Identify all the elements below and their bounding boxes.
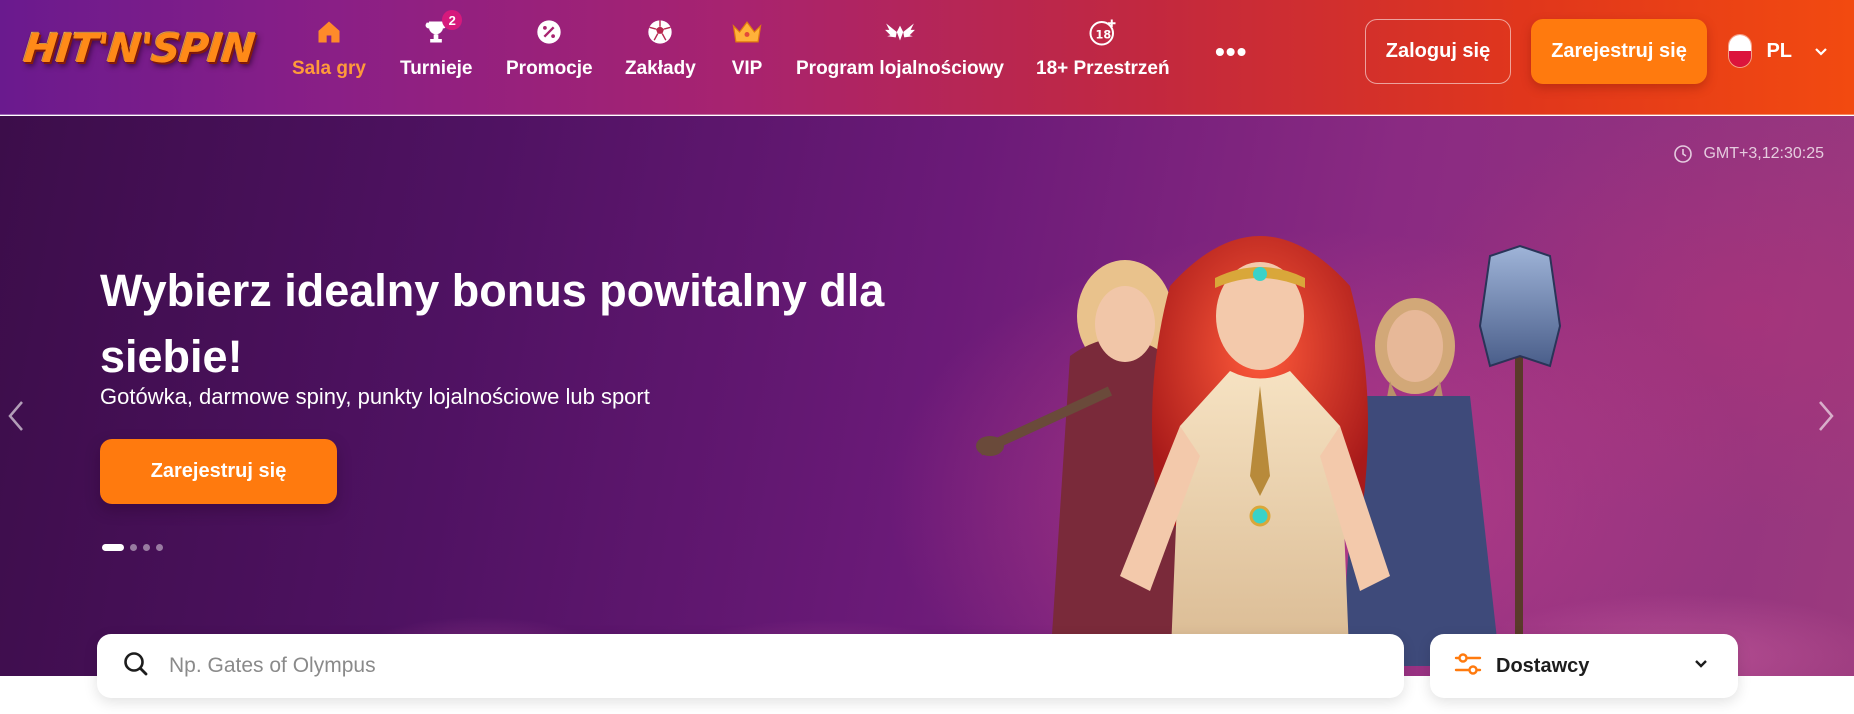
nav-item-zaklady[interactable]: Zakłady [625, 16, 696, 88]
hero-subtitle: Gotówka, darmowe spiny, punkty lojalnośc… [100, 384, 650, 409]
nav-item-sala-gry[interactable]: Sala gry [292, 16, 366, 88]
nav-label: 18+ Przestrzeń [1036, 58, 1170, 79]
clock-text: GMT+3,12:30:25 [1703, 145, 1824, 162]
chevron-down-icon [1814, 40, 1828, 63]
nav-label: Sala gry [292, 58, 366, 79]
poland-flag-icon [1728, 34, 1753, 68]
clock: GMT+3,12:30:25 [1673, 144, 1824, 164]
carousel-next-arrow[interactable] [1816, 396, 1840, 436]
search-input[interactable] [169, 654, 1319, 678]
hero-register-button[interactable]: Zarejestruj się [100, 439, 337, 504]
nav-label: VIP [731, 58, 763, 79]
hero-title: Wybierz idealny bonus powitalny dla sieb… [100, 265, 885, 382]
login-button[interactable]: Zaloguj się [1365, 19, 1511, 84]
crown-icon [731, 16, 763, 48]
percent-badge-icon [533, 16, 565, 48]
winged-emblem-icon [884, 16, 916, 48]
trophy-icon: 2 [420, 10, 463, 48]
nav-item-turnieje[interactable]: 2 Turnieje [400, 10, 473, 88]
carousel-dot[interactable] [143, 544, 150, 551]
nav-item-program-lojalnosciowy[interactable]: Program lojalnościowy [796, 16, 1004, 88]
nav-label: Promocje [506, 58, 593, 79]
carousel-dot[interactable] [102, 544, 124, 551]
nav-label: Zakłady [625, 58, 696, 79]
chevron-down-icon [1694, 656, 1708, 674]
notification-badge: 2 [442, 10, 463, 30]
nav-item-vip[interactable]: VIP [731, 16, 763, 88]
site-logo[interactable]: HIT'N'SPIN [20, 22, 257, 80]
clock-icon [1674, 145, 1693, 163]
nav-label: Turnieje [400, 58, 473, 79]
language-code: PL [1766, 39, 1792, 62]
carousel-dot[interactable] [156, 544, 163, 551]
register-button[interactable]: Zarejestruj się [1531, 19, 1707, 84]
carousel-prev-arrow[interactable] [4, 396, 28, 436]
carousel-pagination [102, 544, 169, 551]
language-selector[interactable]: PL [1728, 33, 1828, 69]
nav-item-18-plus-przestrzen[interactable]: 18 18+ Przestrzeń [1036, 16, 1170, 88]
logo-text: HIT'N'SPIN [21, 26, 257, 72]
home-icon [313, 16, 345, 48]
carousel-dot[interactable] [130, 544, 137, 551]
providers-label: Dostawcy [1496, 654, 1590, 677]
hero-characters-illustration [976, 236, 1562, 676]
game-search-box [97, 634, 1404, 698]
svg-text:18: 18 [1095, 28, 1111, 41]
hero-banner: GMT+3,12:30:25 Wybierz idealny bonus pow… [0, 116, 1854, 676]
soccer-ball-icon [644, 16, 676, 48]
providers-dropdown[interactable]: Dostawcy [1430, 634, 1738, 698]
more-menu-button[interactable]: ••• [1215, 36, 1247, 68]
nav-label: Program lojalnościowy [796, 58, 1004, 79]
top-header: HIT'N'SPIN Sala gry 2 Turnieje Promocje [0, 0, 1854, 115]
search-icon [123, 651, 149, 682]
age-18-plus-icon: 18 [1087, 16, 1119, 48]
filter-sliders-icon [1454, 652, 1482, 681]
nav-item-promocje[interactable]: Promocje [506, 16, 593, 88]
